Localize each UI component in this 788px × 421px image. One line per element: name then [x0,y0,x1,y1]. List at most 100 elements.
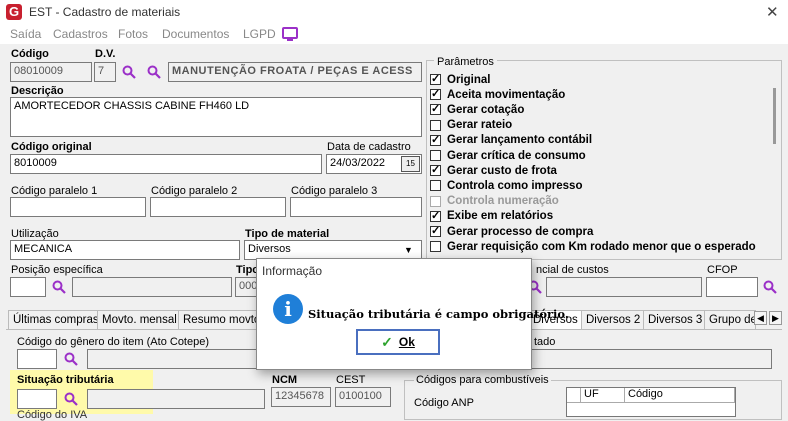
param-label: Original [447,73,491,86]
ncm-label: NCM [272,374,298,386]
close-icon[interactable]: ✕ [766,3,779,21]
info-icon: i [273,294,303,324]
codigo-paralelo-2-label: Código paralelo 2 [151,185,238,197]
checkbox-unchecked[interactable] [430,119,441,131]
window-title: EST - Cadastro de materiais [29,5,181,19]
genero-desc-field [87,349,257,369]
cest-label: CEST [336,374,366,386]
codigo-original-field[interactable]: 8010009 [10,154,322,174]
param-checkbox-row[interactable]: Gerar rateio [430,118,512,133]
grid-header-uf: UF [581,388,625,403]
search-posicao-icon[interactable] [52,280,66,294]
checkbox-unchecked[interactable] [430,241,441,253]
utilizacao-label: Utilização [11,228,59,240]
checkbox-checked[interactable] [430,209,441,222]
tipo-material-select[interactable]: Diversos [244,240,422,260]
codigo-genero-field[interactable] [17,349,57,369]
ok-label: Ok [398,335,415,349]
posicao-desc-field [72,277,232,297]
checkbox-checked[interactable] [430,224,441,237]
codigo-paralelo-3-field[interactable] [290,197,422,217]
param-label: Aceita movimentação [447,88,566,101]
param-checkbox-row[interactable]: Gerar lançamento contábil [430,133,592,148]
codigo-paralelo-1-field[interactable] [10,197,146,217]
search-genero-icon[interactable] [64,352,78,366]
chevron-right-icon[interactable]: ▶ [769,311,782,325]
tab-diversos-2[interactable]: Diversos 2 [581,310,646,330]
chevron-down-icon[interactable]: ▼ [404,245,413,255]
param-checkbox-row[interactable]: Gerar custo de frota [430,163,557,178]
chevron-left-icon[interactable]: ◀ [754,311,767,325]
param-checkbox-row[interactable]: Gerar cotação [430,102,524,117]
menu-saida[interactable]: Saída [10,27,41,41]
menu-documentos[interactable]: Documentos [162,27,229,41]
situacao-tributaria-field[interactable] [17,389,57,409]
menu-cadastros[interactable]: Cadastros [53,27,108,41]
ok-button[interactable]: ✓ Ok [356,329,440,355]
parametros-title: Parâmetros [434,56,497,68]
codigo-paralelo-2-field[interactable] [150,197,286,217]
cfop-field[interactable] [706,277,758,297]
search-cfop-icon[interactable] [763,280,777,294]
checkbox-checked[interactable] [430,163,441,177]
checkbox-checked[interactable] [430,133,441,146]
param-label: Exibe em relatórios [447,210,554,223]
checkbox-checked[interactable] [430,87,441,101]
param-label: Gerar cotação [447,103,525,116]
param-checkbox-row[interactable]: Gerar processo de compra [430,224,593,239]
checkbox-unchecked[interactable] [430,180,441,192]
tab-grupo[interactable]: Grupo de [704,310,756,330]
ncm-field[interactable]: 12345678 [271,387,331,407]
tab-scroll-arrows: ◀ ▶ [754,311,782,327]
tipo-material-label: Tipo de material [245,228,330,240]
param-checkbox-row[interactable]: Gerar requisição com Km rodado menor que… [430,239,756,254]
param-label: Controla numeração [447,195,559,208]
grid-header-codigo: Código [625,388,735,403]
codigo-label: Código [11,48,49,60]
param-checkbox-row[interactable]: Controla numeração [430,194,559,209]
centro-custos-label: ncial de custos [536,264,609,276]
centro-custos-field [546,277,702,297]
checkbox-unchecked[interactable] [430,195,441,207]
checkbox-unchecked[interactable] [430,150,441,161]
iva-label: Código do IVA [17,409,88,421]
calendar-icon[interactable]: 15 [401,156,420,172]
grupo-field[interactable]: MANUTENÇÃO FROATA / PEÇAS E ACESS [168,62,422,82]
checkbox-checked[interactable] [430,72,441,85]
param-checkbox-row[interactable]: Exibe em relatórios [430,209,553,224]
search-icon[interactable] [122,65,136,79]
posicao-field[interactable] [10,277,46,297]
tab-movto-mensal[interactable]: Movto. mensal [97,310,182,330]
param-label: Gerar lançamento contábil [447,134,593,147]
dv-label: D.V. [95,48,116,60]
uf-codigo-grid[interactable]: UF Código [566,387,736,417]
param-checkbox-row[interactable]: Aceita movimentação [430,87,565,102]
tab-ultimas-compras[interactable]: Últimas compras [8,310,104,330]
param-label: Gerar custo de frota [447,164,557,177]
tab-resumo-movto[interactable]: Resumo movto. [178,310,269,330]
param-checkbox-row[interactable]: Original [430,72,490,87]
param-checkbox-row[interactable]: Controla como impresso [430,178,582,193]
param-label: Gerar rateio [447,119,513,132]
descricao-field[interactable]: AMORTECEDOR CHASSIS CABINE FH460 LD [10,97,422,137]
tab-diversos-3[interactable]: Diversos 3 [643,310,708,330]
posicao-label: Posição específica [11,264,103,276]
dv-field[interactable]: 7 [94,62,116,82]
menu-lgpd[interactable]: LGPD [243,27,276,41]
menu-fotos[interactable]: Fotos [118,27,148,41]
cest-field[interactable]: 0100100 [335,387,391,407]
search-grupo-icon[interactable] [147,65,161,79]
monitor-icon[interactable] [282,27,298,41]
utilizacao-field[interactable]: MECANICA [10,240,240,260]
param-label: Gerar crítica de consumo [447,149,586,162]
search-situacao-icon[interactable] [64,392,78,406]
dialog-title: Informação [262,264,323,278]
scrollbar-thumb[interactable] [773,88,776,144]
codigo-original-label: Código original [11,141,92,153]
checkbox-checked[interactable] [430,102,441,116]
check-icon: ✓ [381,333,393,350]
codigo-anp-label: Código ANP [414,397,474,409]
codigo-field[interactable]: 08010009 [10,62,92,82]
param-checkbox-row[interactable]: Gerar crítica de consumo [430,148,586,163]
situacao-tributaria-label: Situação tributária [17,374,114,386]
